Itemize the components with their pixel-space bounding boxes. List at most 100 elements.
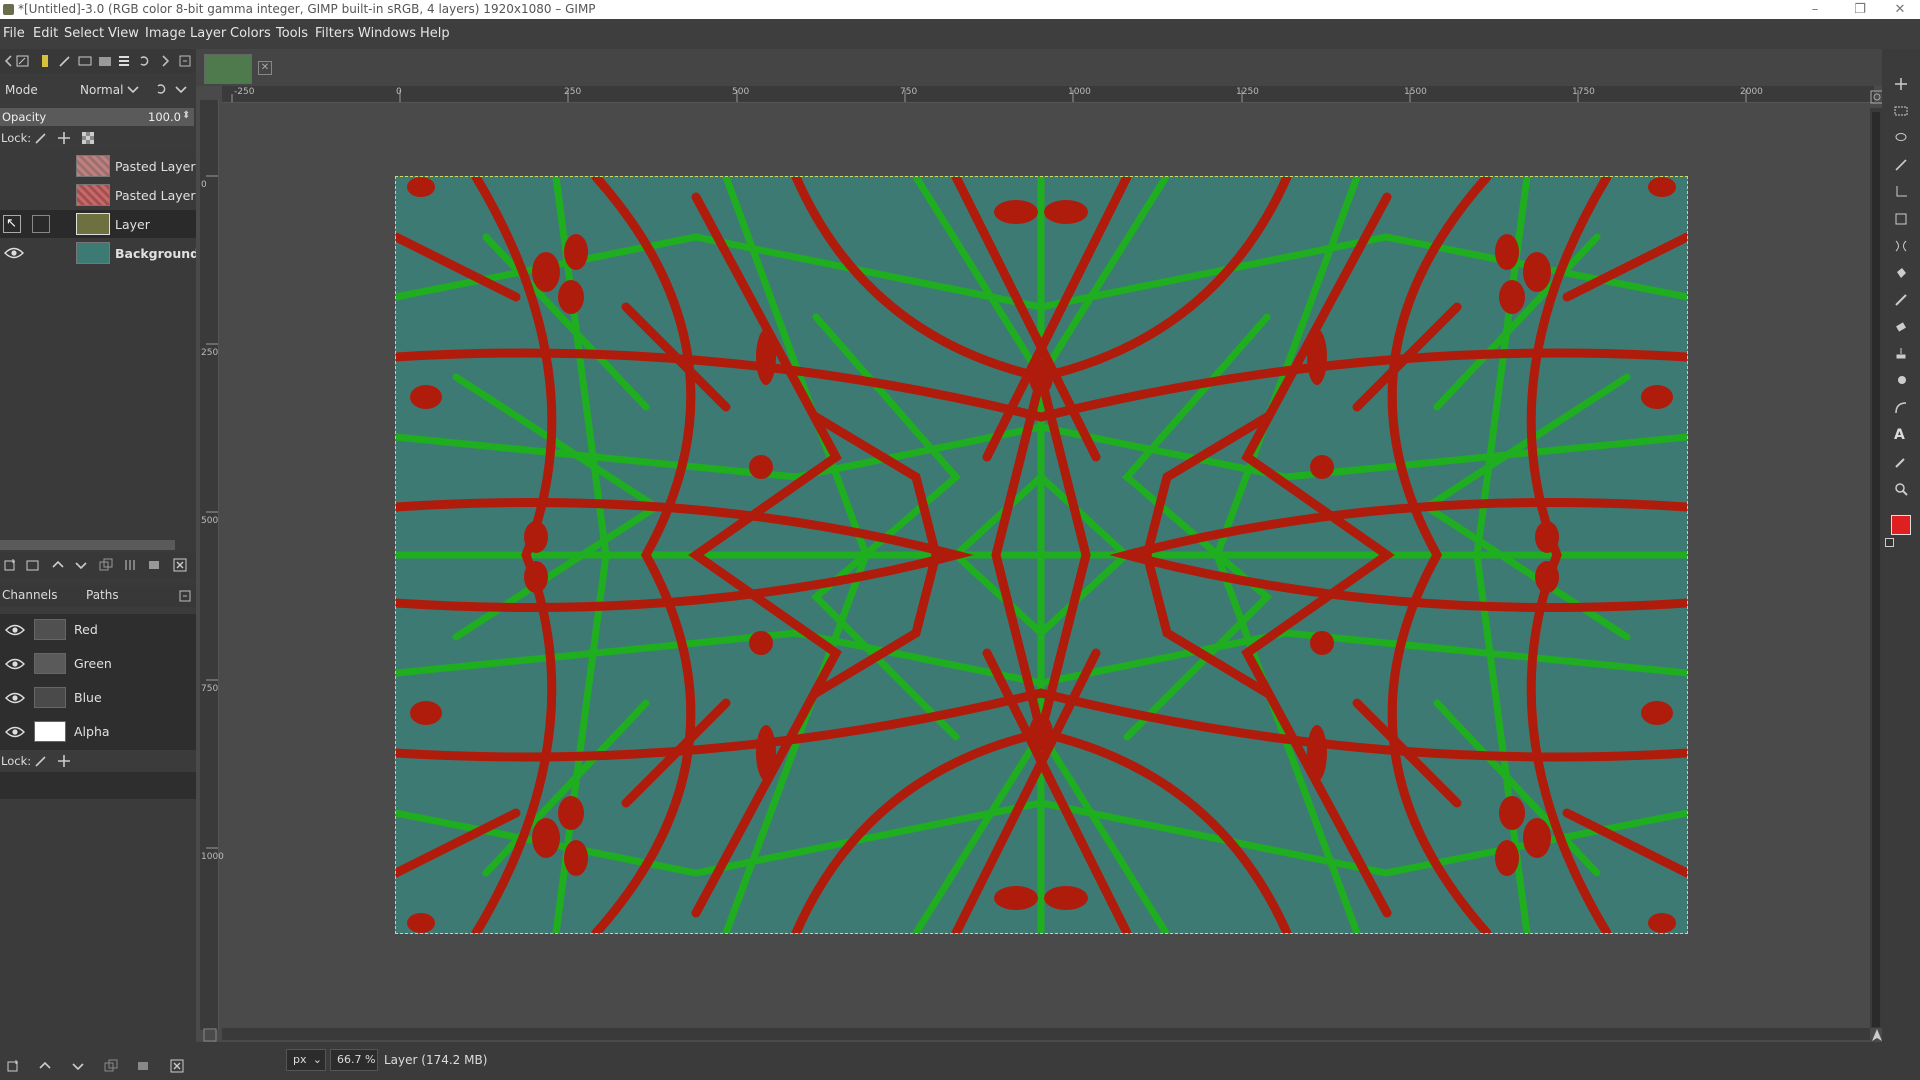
- chain-toggle[interactable]: [32, 215, 50, 233]
- zoom-select[interactable]: 66.7 %: [330, 1049, 378, 1071]
- lock-position-icon[interactable]: [57, 754, 71, 768]
- duplicate-channel-icon[interactable]: [104, 1059, 118, 1073]
- horizontal-scrollbar[interactable]: [222, 1028, 1870, 1040]
- quick-mask-icon[interactable]: [203, 1028, 217, 1042]
- menu-image[interactable]: Image: [145, 19, 186, 49]
- clone-icon[interactable]: [1894, 347, 1908, 361]
- images-tab-icon[interactable]: [78, 54, 92, 68]
- delete-channel-icon[interactable]: [170, 1059, 184, 1073]
- eye-icon[interactable]: [4, 246, 24, 260]
- brushes-tab-icon[interactable]: [38, 54, 52, 68]
- lasso-icon[interactable]: [1894, 131, 1908, 145]
- layer-row[interactable]: Pasted Layer: [0, 181, 196, 209]
- tab-channels[interactable]: Channels: [2, 588, 58, 602]
- merge-down-icon[interactable]: [123, 558, 137, 572]
- menu-help[interactable]: Help: [420, 19, 450, 49]
- composite-dropdown-icon[interactable]: [174, 82, 188, 96]
- layer-name[interactable]: Layer: [115, 217, 150, 232]
- mode-dropdown-icon[interactable]: [126, 82, 140, 96]
- zoom-icon[interactable]: [1894, 482, 1908, 496]
- opacity-spin-icon[interactable]: ⬍: [182, 110, 190, 121]
- channel-row[interactable]: Green: [0, 648, 194, 680]
- lower-channel-icon[interactable]: [71, 1059, 85, 1073]
- channel-to-selection-icon[interactable]: [136, 1059, 150, 1073]
- channel-row[interactable]: Red: [0, 614, 194, 646]
- anchor-layer-icon[interactable]: [147, 558, 161, 572]
- eraser-icon[interactable]: [1894, 320, 1908, 334]
- transform-icon[interactable]: [1894, 212, 1908, 226]
- layer-row[interactable]: Pasted Layer: [0, 152, 196, 180]
- eye-icon[interactable]: [5, 691, 25, 705]
- warp-icon[interactable]: [1894, 239, 1908, 253]
- layer-name[interactable]: Pasted Layer: [115, 188, 196, 203]
- fuzzy-select-icon[interactable]: [1894, 158, 1908, 172]
- close-image-tab-icon[interactable]: ✕: [258, 61, 272, 75]
- minimize-button[interactable]: –: [1795, 0, 1835, 19]
- lower-layer-icon[interactable]: [74, 558, 88, 572]
- tab-paths[interactable]: Paths: [86, 588, 119, 602]
- layers-hscrollbar[interactable]: [0, 540, 175, 550]
- undo-history-tab-icon[interactable]: [137, 54, 151, 68]
- new-layer-icon[interactable]: [3, 558, 17, 572]
- image-canvas[interactable]: [395, 176, 1688, 934]
- bucket-icon[interactable]: [1894, 266, 1908, 280]
- eye-icon[interactable]: [5, 657, 25, 671]
- menu-filters[interactable]: Filters: [315, 19, 354, 49]
- layer-row[interactable]: Background: [0, 239, 199, 267]
- layer-name[interactable]: Pasted Layer: [115, 159, 196, 174]
- close-button[interactable]: ✕: [1880, 0, 1920, 19]
- layer-row-selected[interactable]: ↖ Layer: [0, 210, 196, 238]
- menu-select[interactable]: Select: [64, 19, 104, 49]
- vertical-scrollbar[interactable]: [1870, 108, 1882, 1028]
- opacity-slider[interactable]: Opacity 100.0 ⬍: [0, 108, 194, 126]
- raise-channel-icon[interactable]: [38, 1059, 52, 1073]
- vertical-ruler[interactable]: 0 250 500 750 1000: [200, 100, 224, 1030]
- maximize-button[interactable]: ❐: [1840, 0, 1880, 19]
- layer-name[interactable]: Background: [115, 246, 199, 261]
- channel-row[interactable]: Alpha: [0, 716, 194, 748]
- menu-file[interactable]: File: [3, 19, 25, 49]
- paint-tab-icon[interactable]: [58, 54, 72, 68]
- tab-scroll-left-icon[interactable]: [2, 54, 16, 68]
- unit-select[interactable]: px ⌄: [286, 1049, 326, 1071]
- eye-icon[interactable]: [5, 623, 25, 637]
- path-icon[interactable]: [1894, 401, 1908, 415]
- color-picker-icon[interactable]: [1894, 455, 1908, 469]
- foreground-color-swatch[interactable]: [1891, 515, 1911, 535]
- horizontal-ruler[interactable]: -250 0 250 500 750 1000 1250 1500 1750 2…: [222, 86, 1874, 103]
- smudge-icon[interactable]: [1894, 374, 1908, 388]
- composite-mode-icon[interactable]: [154, 82, 168, 96]
- lock-pixels-icon[interactable]: [34, 754, 48, 768]
- crop-icon[interactable]: [1894, 185, 1908, 199]
- duplicate-layer-icon[interactable]: [99, 558, 113, 572]
- menu-windows[interactable]: Windows: [358, 19, 416, 49]
- vertical-scroll-thumb[interactable]: [1872, 112, 1880, 1027]
- lock-pixels-icon[interactable]: [34, 131, 48, 145]
- eye-icon[interactable]: [5, 725, 25, 739]
- new-channel-icon[interactable]: [6, 1059, 20, 1073]
- rect-select-icon[interactable]: [1894, 104, 1908, 118]
- tab-scroll-right-icon[interactable]: [158, 54, 172, 68]
- delete-layer-icon[interactable]: [173, 558, 187, 572]
- menu-view[interactable]: View: [108, 19, 139, 49]
- lock-position-icon[interactable]: [57, 131, 71, 145]
- lock-alpha-icon[interactable]: [81, 131, 95, 145]
- image-tab-thumbnail[interactable]: [204, 54, 252, 84]
- new-layer-group-icon[interactable]: [26, 558, 40, 572]
- dock-menu-icon[interactable]: [178, 54, 192, 68]
- tool-options-tab-icon[interactable]: [16, 54, 30, 68]
- patterns-tab-icon[interactable]: [98, 54, 112, 68]
- move-tool-icon[interactable]: [1894, 77, 1908, 91]
- channels-menu-icon[interactable]: [178, 589, 192, 603]
- channel-row[interactable]: Blue: [0, 682, 194, 714]
- raise-layer-icon[interactable]: [51, 558, 65, 572]
- text-icon[interactable]: A: [1894, 428, 1908, 442]
- menu-edit[interactable]: Edit: [33, 19, 58, 49]
- mode-select[interactable]: Normal: [80, 83, 123, 97]
- paintbrush-icon[interactable]: [1894, 293, 1908, 307]
- reset-colors-icon[interactable]: [1885, 538, 1894, 547]
- menu-tools[interactable]: Tools: [276, 19, 308, 49]
- layers-tab-icon[interactable]: [117, 54, 131, 68]
- menu-colors[interactable]: Colors: [230, 19, 271, 49]
- menu-layer[interactable]: Layer: [190, 19, 226, 49]
